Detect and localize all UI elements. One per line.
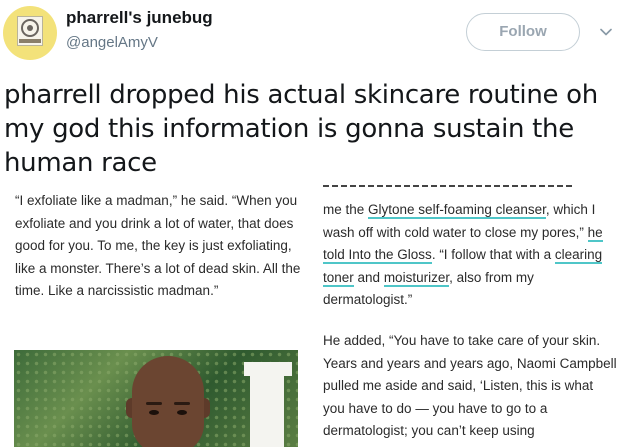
tweet-text: pharrell dropped his actual skincare rou…: [4, 80, 598, 178]
article-text: . “I follow that with a: [431, 247, 555, 262]
portrait-brow: [146, 402, 162, 405]
article-text: and: [353, 269, 384, 285]
follow-button[interactable]: Follow: [466, 13, 580, 51]
portrait-face: [132, 356, 204, 447]
article-link-cleanser: Glytone self-foaming cleanser: [368, 202, 546, 219]
portrait-eye: [177, 410, 187, 415]
avatar-emblem-dot: [27, 25, 33, 31]
article-link-moisturizer: moisturizer: [383, 269, 450, 287]
avatar-emblem-base: [19, 39, 41, 43]
user-handle[interactable]: @angelAmyV: [66, 34, 158, 51]
article-quote-left: “I exfoliate like a madman,” he said. “W…: [15, 193, 301, 298]
display-name[interactable]: pharrell's junebug: [66, 8, 213, 28]
backdrop-logo-shape: [250, 370, 284, 447]
portrait-eye: [149, 410, 159, 415]
attached-article-image[interactable]: “I exfoliate like a madman,” he said. “W…: [0, 182, 622, 447]
article-paragraph-1: me the Glytone self-foaming cleanser, wh…: [323, 199, 618, 312]
avatar[interactable]: [3, 6, 57, 60]
article-cropped-line: [323, 182, 618, 188]
article-photo: [14, 350, 298, 447]
article-text: me the: [323, 202, 369, 217]
chevron-down-icon[interactable]: [600, 26, 612, 38]
portrait-brow: [174, 402, 190, 405]
tweet-header: pharrell's junebug @angelAmyV Follow: [0, 0, 622, 72]
article-paragraph-2: He added, “You have to take care of your…: [323, 333, 617, 438]
